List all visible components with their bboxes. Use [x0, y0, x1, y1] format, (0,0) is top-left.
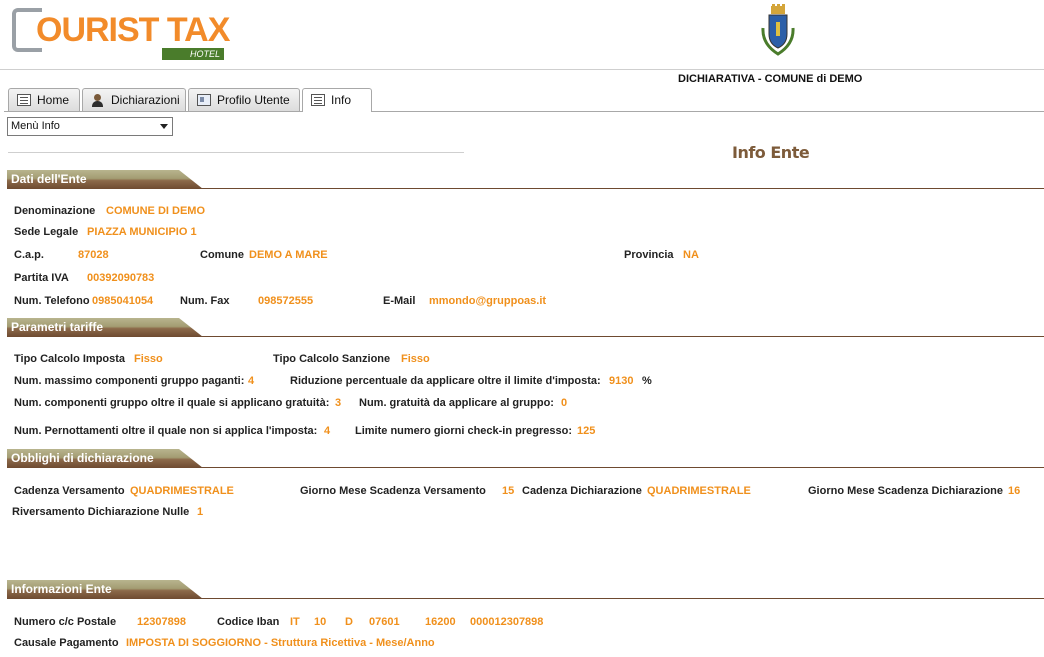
- section-line: [196, 598, 1044, 599]
- tab-label: Home: [37, 93, 70, 107]
- tab-profilo-utente[interactable]: Profilo Utente: [188, 88, 300, 111]
- label-tipo-calcolo-imposta: Tipo Calcolo Imposta: [14, 353, 126, 365]
- section-line: [196, 188, 1044, 189]
- label-cc-postale: Numero c/c Postale: [14, 616, 117, 628]
- section-line: [196, 336, 1044, 337]
- tab-label: Dichiarazioni: [111, 93, 180, 107]
- value-provincia: NA: [683, 249, 699, 261]
- label-cap: C.a.p.: [14, 249, 44, 261]
- label-giorno-scadenza-versamento: Giorno Mese Scadenza Versamento: [300, 485, 486, 497]
- value-iban-check: 10: [314, 616, 327, 628]
- label-sede-legale: Sede Legale: [14, 226, 79, 238]
- select-value: Menù Info: [11, 120, 60, 132]
- value-telefono: 0985041054: [92, 295, 154, 307]
- label-cadenza-versamento: Cadenza Versamento: [14, 485, 125, 497]
- label-num-gratuita: Num. gratuità da applicare al gruppo:: [359, 397, 554, 409]
- label-telefono: Num. Telefono: [14, 295, 90, 307]
- card-icon: [197, 94, 211, 106]
- section-header-obblighi: Obblighi di dichiarazione: [0, 449, 1044, 469]
- label-comune: Comune: [200, 249, 244, 261]
- menu-divider: [8, 152, 464, 153]
- value-num-gratuita: 0: [561, 397, 568, 409]
- municipal-crest-icon: [760, 4, 796, 56]
- value-cc-postale: 12307898: [137, 616, 186, 628]
- logo-hotel-badge: HOTEL: [162, 48, 224, 60]
- label-tipo-calcolo-sanzione: Tipo Calcolo Sanzione: [273, 353, 391, 365]
- section-title: Obblighi di dichiarazione: [11, 451, 154, 465]
- tab-label: Profilo Utente: [217, 93, 290, 107]
- value-max-componenti: 4: [248, 375, 255, 387]
- value-iban-cin: D: [345, 616, 353, 628]
- tab-label: Info: [331, 93, 352, 107]
- label-partita-iva: Partita IVA: [14, 272, 69, 284]
- value-tipo-calcolo-imposta: Fisso: [134, 353, 163, 365]
- section-title: Parametri tariffe: [11, 320, 104, 334]
- value-iban-cab: 16200: [425, 616, 456, 628]
- value-giorno-scadenza-dichiarazione: 16: [1008, 485, 1021, 497]
- section-header-dati: Dati dell'Ente: [0, 170, 1044, 190]
- label-iban: Codice Iban: [217, 616, 280, 628]
- value-riduzione-percentuale: 9130: [609, 375, 634, 387]
- tourist-tax-logo[interactable]: OURIST TAX HOTEL: [12, 4, 232, 62]
- label-pernottamenti: Num. Pernottamenti oltre il quale non si…: [14, 425, 318, 437]
- value-tipo-calcolo-sanzione: Fisso: [401, 353, 430, 365]
- doc-icon: [311, 94, 325, 106]
- value-cadenza-versamento: QUADRIMESTRALE: [130, 485, 234, 497]
- value-partita-iva: 00392090783: [87, 272, 155, 284]
- section-title: Informazioni Ente: [11, 582, 112, 596]
- header-divider: [0, 69, 1044, 70]
- label-percent-unit: %: [642, 375, 652, 387]
- value-denominazione: COMUNE DI DEMO: [106, 205, 205, 217]
- app-root: OURIST TAX HOTEL DICHIARATIVA - COMUNE d…: [0, 0, 1044, 657]
- value-componenti-gratuita: 3: [335, 397, 342, 409]
- label-cadenza-dichiarazione: Cadenza Dichiarazione: [522, 485, 642, 497]
- value-cap: 87028: [78, 249, 109, 261]
- value-pernottamenti: 4: [324, 425, 331, 437]
- label-denominazione: Denominazione: [14, 205, 96, 217]
- tab-bar: Home Dichiarazioni Profilo Utente Info: [4, 88, 1044, 112]
- page-subtitle: DICHIARATIVA - COMUNE di DEMO: [678, 73, 863, 85]
- value-sede-legale: PIAZZA MUNICIPIO 1: [87, 226, 197, 238]
- menu-info-select[interactable]: Menù Info: [7, 117, 173, 136]
- page-title: Info Ente: [732, 143, 810, 162]
- label-provincia: Provincia: [624, 249, 674, 261]
- value-iban-account: 000012307898: [470, 616, 544, 628]
- label-max-componenti: Num. massimo componenti gruppo paganti:: [14, 375, 245, 387]
- value-iban-country: IT: [290, 616, 300, 628]
- label-riversamento-nulle: Riversamento Dichiarazione Nulle: [12, 506, 190, 518]
- value-cadenza-dichiarazione: QUADRIMESTRALE: [647, 485, 751, 497]
- value-causale: IMPOSTA DI SOGGIORNO - Struttura Ricetti…: [126, 637, 435, 649]
- tab-info[interactable]: Info: [302, 88, 372, 112]
- label-componenti-gratuita: Num. componenti gruppo oltre il quale si…: [14, 397, 330, 409]
- value-comune: DEMO A MARE: [249, 249, 328, 261]
- chevron-down-icon: [160, 124, 168, 129]
- section-header-informazioni: Informazioni Ente: [0, 580, 1044, 600]
- value-limite-check-in: 125: [577, 425, 596, 437]
- value-riversamento-nulle: 1: [197, 506, 204, 518]
- logo-text: OURIST TAX: [36, 11, 230, 49]
- doc-icon: [17, 94, 31, 106]
- value-email: mmondo@gruppoas.it: [429, 295, 547, 307]
- label-limite-check-in: Limite numero giorni check-in pregresso:: [355, 425, 572, 437]
- label-riduzione-percentuale: Riduzione percentuale da applicare oltre…: [290, 375, 601, 387]
- value-giorno-scadenza-versamento: 15: [502, 485, 515, 497]
- user-icon: [91, 94, 105, 107]
- value-iban-abi: 07601: [369, 616, 400, 628]
- value-fax: 098572555: [258, 295, 314, 307]
- label-causale: Causale Pagamento: [14, 637, 119, 649]
- tab-home[interactable]: Home: [8, 88, 80, 111]
- tab-dichiarazioni[interactable]: Dichiarazioni: [82, 88, 186, 111]
- section-header-parametri: Parametri tariffe: [0, 318, 1044, 338]
- label-fax: Num. Fax: [180, 295, 230, 307]
- section-line: [196, 467, 1044, 468]
- section-title: Dati dell'Ente: [11, 172, 87, 186]
- label-giorno-scadenza-dichiarazione: Giorno Mese Scadenza Dichiarazione: [808, 485, 1004, 497]
- label-email: E-Mail: [383, 295, 416, 307]
